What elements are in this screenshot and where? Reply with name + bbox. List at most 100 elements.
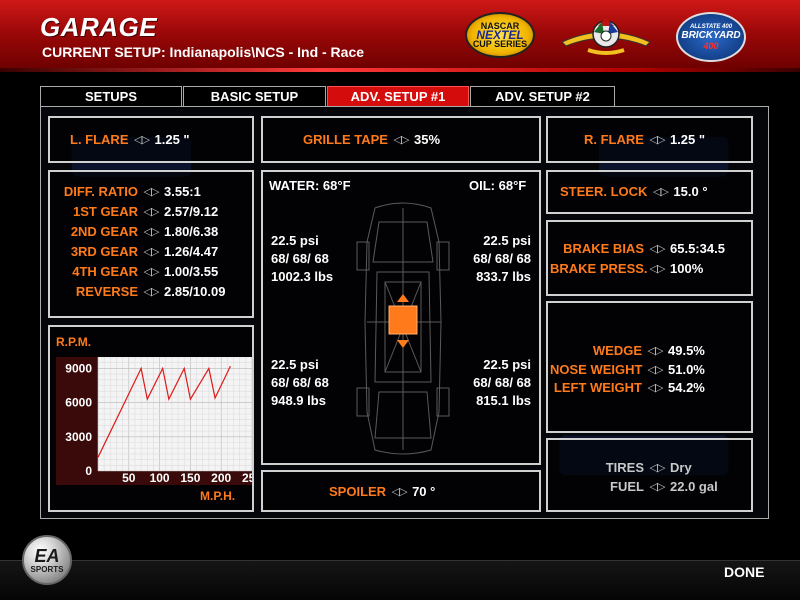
gear-adjust-arrows-icon[interactable]: ◁▷ <box>138 245 164 258</box>
weight-label: NOSE WEIGHT <box>550 362 643 377</box>
misc-label: FUEL <box>610 479 644 494</box>
weight-value: 54.2% <box>668 380 705 395</box>
left-flare-adjust-arrows-icon[interactable]: ◁▷ <box>129 133 155 146</box>
x-tick-label: 150 <box>180 471 200 485</box>
gear-row[interactable]: 2ND GEAR ◁▷ 1.80/6.38 <box>54 224 218 239</box>
grille-tape-setting[interactable]: GRILLE TAPE ◁▷ 35% <box>303 132 440 147</box>
sports-logo-text: SPORTS <box>30 564 64 574</box>
brake-setting[interactable]: BRAKE BIAS ◁▷ 65.5:34.5 <box>550 241 725 256</box>
gear-adjust-arrows-icon[interactable]: ◁▷ <box>138 285 164 298</box>
spoiler-setting[interactable]: SPOILER ◁▷ 70 ° <box>329 484 435 499</box>
gear-adjust-arrows-icon[interactable]: ◁▷ <box>138 185 164 198</box>
x-tick-label: 250 <box>242 471 252 485</box>
cg-down-arrow-icon <box>397 340 409 348</box>
water-temp: WATER: 68°F <box>269 178 351 193</box>
gear-adjust-arrows-icon[interactable]: ◁▷ <box>138 225 164 238</box>
rear-left-tire-pressure: 22.5 psi <box>271 357 319 372</box>
front-left-tire-info: 22.5 psi 68/ 68/ 68 1002.3 lbs <box>271 232 333 286</box>
nascar-nextel-cup-logo: NASCAR NEXTEL CUP SERIES <box>465 12 535 58</box>
adv-setup-panel: L. FLARE ◁▷ 1.25 " GRILLE TAPE ◁▷ 35% R.… <box>40 106 769 519</box>
cg-up-arrow-icon <box>397 294 409 302</box>
right-flare-panel: R. FLARE ◁▷ 1.25 " <box>546 116 753 163</box>
ea-logo-text: EA <box>34 545 60 566</box>
spoiler-adjust-arrows-icon[interactable]: ◁▷ <box>386 485 412 498</box>
gear-value: 2.85/10.09 <box>164 284 226 299</box>
footer-bar <box>0 560 800 600</box>
rear-left-tire-temps: 68/ 68/ 68 <box>271 375 329 390</box>
left-flare-value: 1.25 " <box>154 132 190 147</box>
y-tick-label: 6000 <box>65 396 92 410</box>
tab-basic-setup[interactable]: BASIC SETUP <box>183 86 326 106</box>
right-flare-setting[interactable]: R. FLARE ◁▷ 1.25 " <box>584 132 705 147</box>
tires-fuel-panel: TIRES ◁▷ Dry FUEL ◁▷ 22.0 gal <box>546 438 753 512</box>
gear-label: 1ST GEAR <box>72 204 138 219</box>
gear-ratios-panel: DIFF. RATIO ◁▷ 3.55:1 1ST GEAR ◁▷ 2.57/9… <box>48 170 254 318</box>
misc-value: 22.0 gal <box>670 479 718 494</box>
gear-row[interactable]: 3RD GEAR ◁▷ 1.26/4.47 <box>54 244 218 259</box>
gear-row[interactable]: 4TH GEAR ◁▷ 1.00/3.55 <box>54 264 218 279</box>
tab-adv-setup-1[interactable]: ADV. SETUP #1 <box>327 86 469 106</box>
right-flare-label: R. FLARE <box>584 132 644 147</box>
cup-series-logo-text: CUP SERIES <box>472 38 528 49</box>
steering-lock-adjust-arrows-icon[interactable]: ◁▷ <box>647 185 673 198</box>
gear-label: DIFF. RATIO <box>63 184 138 199</box>
done-button[interactable]: DONE <box>724 564 764 580</box>
gear-value: 3.55:1 <box>164 184 201 199</box>
page-title: GARAGE <box>40 12 158 42</box>
gear-adjust-arrows-icon[interactable]: ◁▷ <box>138 205 164 218</box>
weight-setting[interactable]: NOSE WEIGHT ◁▷ 51.0% <box>550 362 705 377</box>
left-flare-label: L. FLARE <box>70 132 129 147</box>
x-tick-label: 50 <box>122 471 136 485</box>
misc-value: Dry <box>670 460 692 475</box>
weight-adjust-arrows-icon[interactable]: ◁▷ <box>642 381 668 394</box>
gear-row[interactable]: REVERSE ◁▷ 2.85/10.09 <box>54 284 226 299</box>
tab-setups[interactable]: SETUPS <box>40 86 182 106</box>
right-flare-value: 1.25 " <box>669 132 706 147</box>
gear-label: 3RD GEAR <box>70 244 138 259</box>
brake-label: BRAKE BIAS <box>563 241 644 256</box>
tab-adv-setup-2[interactable]: ADV. SETUP #2 <box>470 86 615 106</box>
rear-right-tire-info: 22.5 psi 68/ 68/ 68 815.1 lbs <box>459 356 531 410</box>
brakes-panel: BRAKE BIAS ◁▷ 65.5:34.5 BRAKE PRESS. ◁▷ … <box>546 220 753 296</box>
y-tick-label: 0 <box>85 464 92 478</box>
weight-setting[interactable]: WEDGE ◁▷ 49.5% <box>550 343 705 358</box>
x-tick-label: 200 <box>211 471 231 485</box>
weight-adjust-arrows-icon[interactable]: ◁▷ <box>642 344 668 357</box>
allstate-brickyard-400-logo: ALLSTATE 400 BRICKYARD 400 <box>676 12 746 62</box>
gear-value: 2.57/9.12 <box>164 204 219 219</box>
left-flare-setting[interactable]: L. FLARE ◁▷ 1.25 " <box>70 132 190 147</box>
misc-adjust-arrows-icon[interactable]: ◁▷ <box>644 461 670 474</box>
steering-lock-label: STEER. LOCK <box>560 184 648 199</box>
brake-adjust-arrows-icon[interactable]: ◁▷ <box>644 262 670 275</box>
gear-row[interactable]: 1ST GEAR ◁▷ 2.57/9.12 <box>54 204 218 219</box>
weight-label: LEFT WEIGHT <box>553 380 642 395</box>
weight-value: 51.0% <box>668 362 705 377</box>
gear-row[interactable]: DIFF. RATIO ◁▷ 3.55:1 <box>54 184 201 199</box>
steering-lock-value: 15.0 ° <box>673 184 708 199</box>
gear-label: REVERSE <box>75 284 138 299</box>
misc-setting[interactable]: FUEL ◁▷ 22.0 gal <box>550 479 718 494</box>
front-left-tire-weight: 1002.3 lbs <box>271 269 334 284</box>
brake-label: BRAKE PRESS. <box>550 261 648 276</box>
y-tick-label: 3000 <box>65 430 92 444</box>
rear-left-tire-weight: 948.9 lbs <box>271 393 326 408</box>
brickyard-logo-number: 400 <box>703 40 719 51</box>
steering-lock-setting[interactable]: STEER. LOCK ◁▷ 15.0 ° <box>560 184 708 199</box>
weight-setting[interactable]: LEFT WEIGHT ◁▷ 54.2% <box>550 380 705 395</box>
gear-adjust-arrows-icon[interactable]: ◁▷ <box>138 265 164 278</box>
misc-adjust-arrows-icon[interactable]: ◁▷ <box>644 480 670 493</box>
misc-setting[interactable]: TIRES ◁▷ Dry <box>550 460 692 475</box>
weight-label: WEDGE <box>592 343 642 358</box>
right-flare-adjust-arrows-icon[interactable]: ◁▷ <box>644 133 670 146</box>
grille-tape-adjust-arrows-icon[interactable]: ◁▷ <box>388 133 414 146</box>
x-tick-label: 100 <box>150 471 170 485</box>
chart-y-axis-label: R.P.M. <box>56 335 92 349</box>
brake-adjust-arrows-icon[interactable]: ◁▷ <box>644 242 670 255</box>
rpm-chart-panel: R.P.M. 0 3000 6000 9000 50 100 150 200 250 M.P.… <box>48 325 254 512</box>
brake-value: 65.5:34.5 <box>670 241 725 256</box>
gear-value: 1.00/3.55 <box>164 264 219 279</box>
weight-adjust-arrows-icon[interactable]: ◁▷ <box>642 363 668 376</box>
rpm-vs-mph-chart: 0 3000 6000 9000 50 100 150 200 250 <box>56 357 252 485</box>
rear-left-tire-info: 22.5 psi 68/ 68/ 68 948.9 lbs <box>271 356 329 410</box>
brake-setting[interactable]: BRAKE PRESS. ◁▷ 100% <box>550 261 703 276</box>
